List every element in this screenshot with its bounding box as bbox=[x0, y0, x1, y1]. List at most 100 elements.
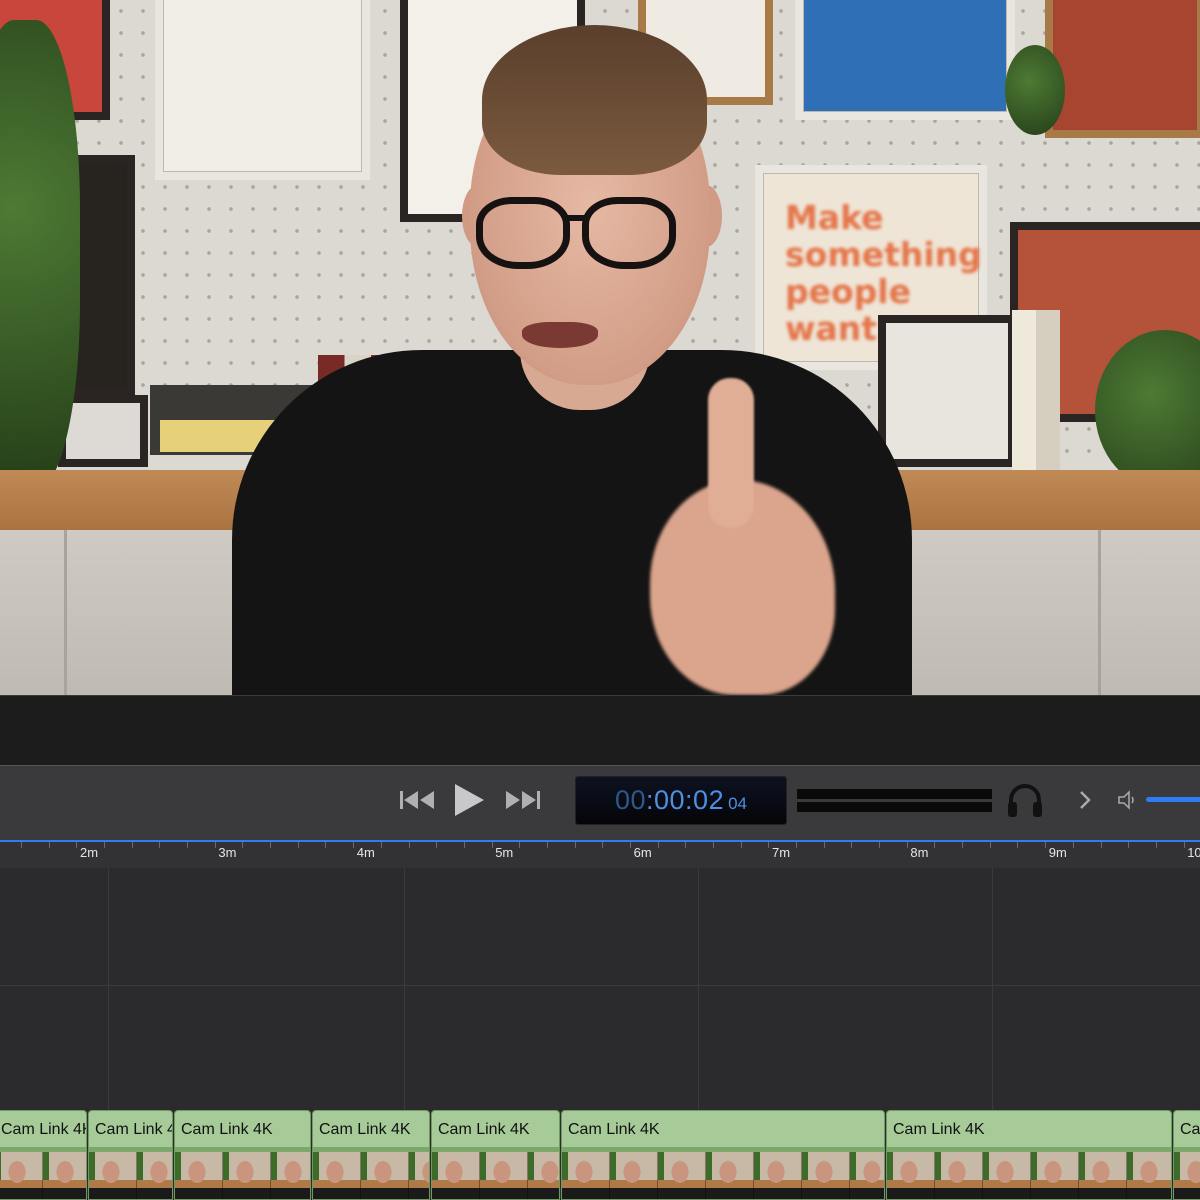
ruler-tick bbox=[602, 842, 604, 848]
glasses-bridge bbox=[566, 215, 586, 221]
ruler-tick bbox=[380, 842, 382, 848]
ruler-tick bbox=[297, 842, 299, 848]
ruler-label: 9m bbox=[1048, 845, 1067, 860]
ruler-tick bbox=[1155, 842, 1157, 848]
ruler-tick bbox=[796, 842, 798, 848]
video-clip[interactable]: Cam Link 4K bbox=[561, 1110, 885, 1200]
ruler-tick bbox=[48, 842, 50, 848]
ruler-label: 2m bbox=[80, 845, 99, 860]
clip-label: Cam Link 4K bbox=[319, 1121, 411, 1138]
plant bbox=[1005, 45, 1065, 135]
picture-frame bbox=[1045, 0, 1200, 138]
ruler-tick bbox=[187, 842, 189, 848]
ruler-tick bbox=[408, 842, 410, 848]
ruler-tick bbox=[159, 842, 161, 848]
volume-slider[interactable] bbox=[1146, 797, 1200, 802]
ruler-tick bbox=[879, 842, 881, 848]
clip-label: Cam Link 4K bbox=[568, 1121, 660, 1138]
video-clip[interactable]: Cam Link 4K bbox=[312, 1110, 430, 1200]
grid-line bbox=[404, 868, 405, 1110]
cabinet-divider bbox=[64, 530, 67, 695]
ruler-tick bbox=[491, 842, 493, 848]
video-clip[interactable]: Cam Link 4K bbox=[0, 1110, 87, 1200]
grid-line bbox=[992, 868, 993, 1110]
glasses-lens bbox=[476, 197, 570, 269]
ruler-tick bbox=[131, 842, 133, 848]
ruler-tick bbox=[1128, 842, 1130, 848]
audio-meter-right bbox=[797, 802, 992, 812]
video-clip[interactable]: Cam Link 4K bbox=[1173, 1110, 1200, 1200]
clip-label: Cam Link 4K bbox=[438, 1121, 530, 1138]
ruler-tick bbox=[270, 842, 272, 848]
timecode-display[interactable]: 00:00:02 04 bbox=[575, 776, 787, 825]
ruler-tick bbox=[463, 842, 465, 848]
grid-line bbox=[0, 985, 1200, 986]
ruler-tick bbox=[1072, 842, 1074, 848]
ruler-tick bbox=[823, 842, 825, 848]
video-clip[interactable]: Cam Link 4K bbox=[174, 1110, 311, 1200]
play-icon[interactable] bbox=[452, 782, 486, 818]
ruler-tick bbox=[214, 842, 216, 848]
chevron-right-icon[interactable] bbox=[1074, 788, 1096, 812]
video-clip[interactable]: Cam Link 4K bbox=[88, 1110, 173, 1200]
timeline-area[interactable] bbox=[0, 868, 1200, 1110]
ruler-tick bbox=[989, 842, 991, 848]
clip-thumbnails bbox=[313, 1151, 429, 1199]
cabinet-divider bbox=[1098, 530, 1101, 695]
ruler-tick bbox=[325, 842, 327, 848]
headphones-icon[interactable] bbox=[1004, 780, 1046, 820]
ruler-tick bbox=[1045, 842, 1047, 848]
ruler-label: 7m bbox=[772, 845, 791, 860]
viewer-bar bbox=[0, 695, 1200, 765]
clip-label: Cam Link 4K bbox=[893, 1121, 985, 1138]
ruler-label: 8m bbox=[910, 845, 929, 860]
ruler-tick bbox=[851, 842, 853, 848]
picture-frame bbox=[795, 0, 1015, 120]
grid-line bbox=[108, 868, 109, 1110]
picture-frame bbox=[878, 315, 1016, 467]
clip-label: Cam Link 4K bbox=[95, 1121, 172, 1138]
ruler-tick bbox=[574, 842, 576, 848]
clip-label: Cam Link 4K bbox=[1180, 1121, 1200, 1138]
ruler-label: 3m bbox=[218, 845, 237, 860]
video-preview[interactable]: Make something people want. bbox=[0, 0, 1200, 695]
ruler-label: 6m bbox=[633, 845, 652, 860]
ruler-tick bbox=[1183, 842, 1185, 848]
clip-thumbnails bbox=[89, 1151, 172, 1199]
clip-thumbnails bbox=[1174, 1151, 1200, 1199]
ruler-tick bbox=[629, 842, 631, 848]
person-hair bbox=[482, 25, 707, 175]
clip-thumbnails bbox=[175, 1151, 310, 1199]
ruler-tick bbox=[1100, 842, 1102, 848]
clip-thumbnails bbox=[0, 1151, 86, 1199]
clip-thumbnails bbox=[432, 1151, 559, 1199]
ruler-tick bbox=[740, 842, 742, 848]
glasses-lens bbox=[582, 197, 676, 269]
ruler-tick bbox=[76, 842, 78, 848]
ruler-tick bbox=[546, 842, 548, 848]
plant bbox=[0, 20, 80, 490]
timecode-frames: 04 bbox=[728, 793, 748, 813]
person-finger bbox=[708, 378, 754, 528]
ruler-tick bbox=[353, 842, 355, 848]
speaker-icon[interactable] bbox=[1116, 788, 1140, 812]
person-mouth bbox=[522, 322, 598, 348]
timecode-main: 00:00:02 bbox=[614, 785, 725, 815]
ruler-tick bbox=[436, 842, 438, 848]
ruler-tick bbox=[242, 842, 244, 848]
video-clip[interactable]: Cam Link 4K bbox=[886, 1110, 1172, 1200]
ruler-tick bbox=[685, 842, 687, 848]
ruler-label: 4m bbox=[356, 845, 375, 860]
ruler-tick bbox=[962, 842, 964, 848]
skip-forward-icon[interactable] bbox=[502, 786, 542, 814]
clip-thumbnails bbox=[562, 1151, 884, 1199]
ruler-tick bbox=[906, 842, 908, 848]
ruler-tick bbox=[1017, 842, 1019, 848]
audio-meter-left bbox=[797, 789, 992, 799]
ruler-tick bbox=[21, 842, 22, 848]
picture-frame bbox=[155, 0, 370, 180]
skip-back-icon[interactable] bbox=[398, 786, 438, 814]
video-clip[interactable]: Cam Link 4K bbox=[431, 1110, 560, 1200]
ruler-tick bbox=[768, 842, 770, 848]
timeline-ruler[interactable] bbox=[0, 840, 1200, 868]
